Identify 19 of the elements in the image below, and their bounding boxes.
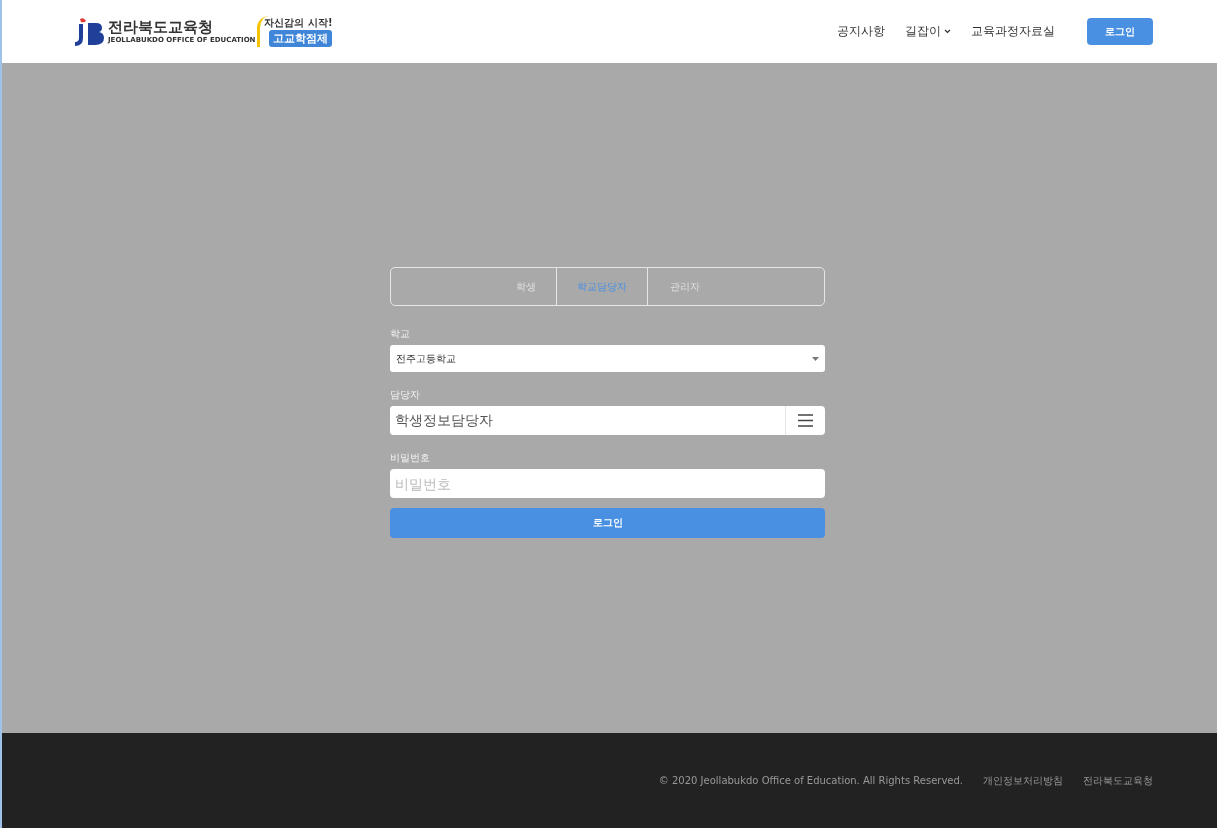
login-button[interactable]: 로그인 [1087, 18, 1153, 45]
badge-tagline: 자신감의 시작! [264, 16, 333, 30]
menu-icon [798, 414, 813, 427]
badge-title: 고교학점제 [269, 30, 333, 47]
logo-name: 전라북도교육청 [108, 19, 214, 36]
copyright-text: © 2020 Jeollabukdo Office of Education. All Rights Reserved. [658, 775, 963, 786]
field-label: 비밀번호 [390, 451, 430, 465]
login-submit-button[interactable]: 로그인 [390, 508, 825, 538]
field-label: 학교 [390, 327, 410, 341]
school-select[interactable]: 전주고등학교 [390, 345, 825, 372]
password-input[interactable]: 비밀번호 [390, 469, 825, 498]
emblem-icon [72, 16, 106, 47]
nav-link[interactable]: 공지사항 [837, 23, 885, 40]
nav-link[interactable]: 길잡이 [905, 23, 951, 40]
dropdown-icon [812, 356, 819, 361]
nav-link[interactable]: 교육과정자료실 [971, 23, 1055, 40]
footer-link[interactable]: 개인정보처리방침 [983, 773, 1063, 788]
footer-link[interactable]: 전라북도교육청 [1083, 773, 1153, 788]
field-label: 담당자 [390, 388, 420, 402]
